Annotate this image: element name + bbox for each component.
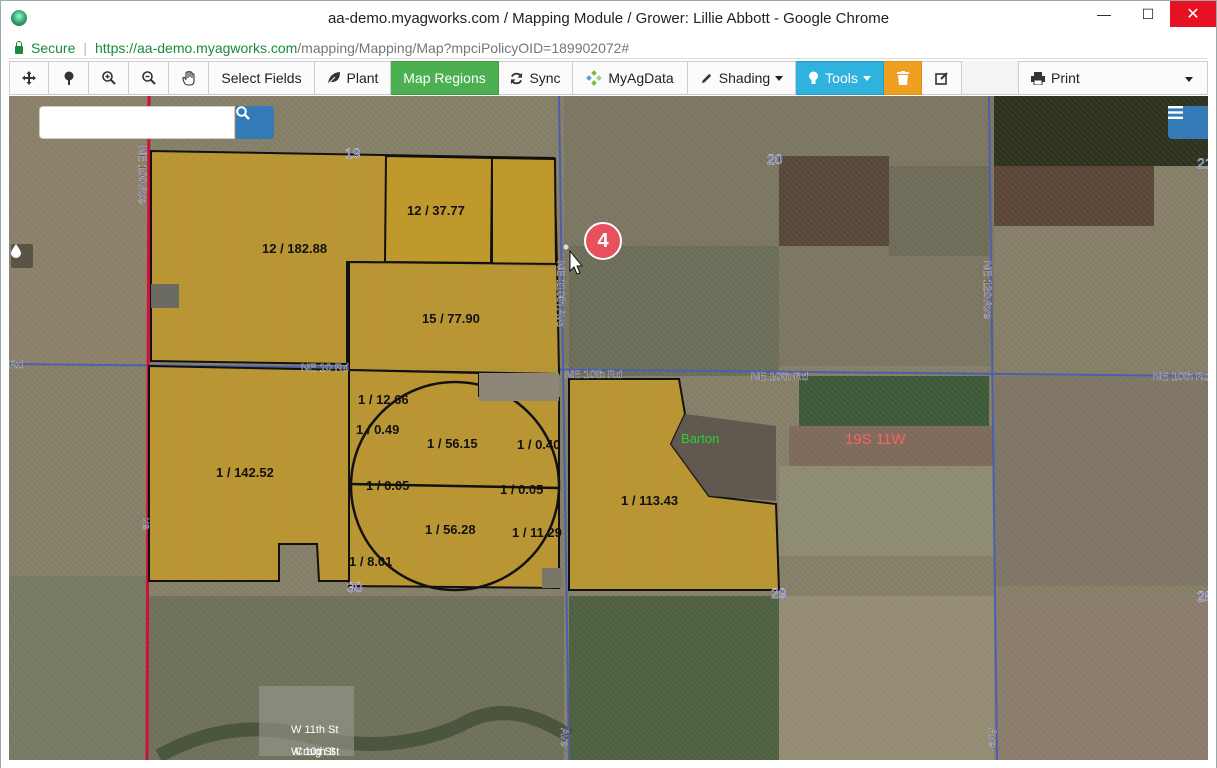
move-icon xyxy=(22,71,36,85)
section-number: 30 xyxy=(347,579,363,595)
road-label: Ave xyxy=(558,728,570,747)
delete-button[interactable] xyxy=(884,61,922,95)
road-label: NE 10th Rd xyxy=(1153,371,1208,383)
myagdata-logo-icon xyxy=(586,70,603,86)
hand-icon xyxy=(181,70,195,86)
window-title: aa-demo.myagworks.com / Mapping Module /… xyxy=(327,9,890,27)
print-label: Print xyxy=(1051,70,1080,86)
field-label[interactable]: 1 / 56.28 xyxy=(425,522,476,537)
street-label: W 11th St xyxy=(291,724,338,736)
print-dropdown[interactable]: Print xyxy=(1018,61,1208,95)
field-label[interactable]: 1 / 8.01 xyxy=(349,554,392,569)
street-label: Craig St xyxy=(295,746,335,758)
water-drop-icon xyxy=(11,244,21,258)
refresh-icon xyxy=(511,72,523,84)
tree-button[interactable] xyxy=(49,61,89,95)
map-toolbar: Select Fields Plant Map Regions Sync MyA… xyxy=(9,61,1208,95)
township-label: 19S 11W xyxy=(845,431,906,448)
section-number: 20 xyxy=(767,151,783,167)
field-label[interactable]: 1 / 0.49 xyxy=(356,422,399,437)
road-label: NE 120 Ave xyxy=(981,261,993,319)
zoom-in-button[interactable] xyxy=(89,61,129,95)
field-label[interactable]: 15 / 77.90 xyxy=(422,311,480,326)
satellite-map[interactable]: 19 20 21 30 29 28 NE 100 Ave ve NE 110th… xyxy=(9,96,1208,760)
field-label[interactable]: 1 / 0.05 xyxy=(500,482,543,497)
plant-label: Plant xyxy=(346,70,379,86)
sync-button[interactable]: Sync xyxy=(499,61,573,95)
trash-icon xyxy=(896,71,909,85)
hand-button[interactable] xyxy=(169,61,209,95)
sync-label: Sync xyxy=(529,70,561,86)
window-frame-bottom xyxy=(1,760,1216,768)
place-label: Barton xyxy=(681,431,719,446)
secure-label: Secure xyxy=(31,39,76,56)
road-label: Rd xyxy=(9,359,23,371)
tree-icon xyxy=(64,71,73,85)
maximize-button[interactable]: ☐ xyxy=(1126,1,1170,27)
leaf-icon xyxy=(327,72,340,85)
map-search-input[interactable] xyxy=(39,106,235,139)
field-label[interactable]: 1 / 142.52 xyxy=(216,465,274,480)
zoom-out-icon xyxy=(141,71,156,85)
title-bar: aa-demo.myagworks.com / Mapping Module /… xyxy=(1,1,1216,35)
shading-label: Shading xyxy=(718,70,771,86)
url-host[interactable]: https://aa-demo.myagworks.com xyxy=(95,40,297,56)
list-icon xyxy=(1168,106,1183,119)
shading-dropdown[interactable]: Shading xyxy=(688,61,796,95)
close-button[interactable]: ✕ xyxy=(1170,1,1216,27)
road-label: NE 110th Ave xyxy=(554,261,566,327)
address-separator: | xyxy=(83,39,87,56)
road-label: NE 10th Rd xyxy=(751,371,808,383)
zoom-in-icon xyxy=(101,71,116,85)
field-label[interactable]: 12 / 37.77 xyxy=(407,203,465,218)
search-icon xyxy=(236,106,250,120)
app-logo-icon xyxy=(11,10,27,26)
road-label: Ave xyxy=(986,728,998,747)
section-number: 28 xyxy=(1197,588,1208,604)
section-number: 19 xyxy=(345,145,361,161)
tools-label: Tools xyxy=(825,70,858,86)
section-number: 29 xyxy=(771,585,787,601)
road-label: NE 10th Rd xyxy=(565,369,622,381)
myagdata-button[interactable]: MyAgData xyxy=(573,61,688,95)
chevron-down-icon xyxy=(1185,77,1193,82)
myagdata-label: MyAgData xyxy=(608,70,674,86)
step-badge: 4 xyxy=(584,222,622,260)
section-number: 21 xyxy=(1197,155,1208,171)
pan-button[interactable] xyxy=(9,61,49,95)
lock-icon xyxy=(15,40,23,54)
minimize-button[interactable]: — xyxy=(1082,1,1126,27)
field-label[interactable]: 1 / 0.05 xyxy=(366,478,409,493)
road-label: NE 10 Rd xyxy=(301,362,349,374)
printer-icon xyxy=(1031,71,1045,85)
field-label[interactable]: 12 / 182.88 xyxy=(262,241,327,256)
map-canvas[interactable]: 19 20 21 30 29 28 NE 100 Ave ve NE 110th… xyxy=(9,96,1208,760)
field-label[interactable]: 1 / 113.43 xyxy=(621,493,678,508)
layers-menu-button[interactable] xyxy=(1168,106,1208,139)
lightbulb-icon xyxy=(809,71,819,84)
field-label[interactable]: 1 / 0.40 xyxy=(517,437,560,452)
zoom-out-button[interactable] xyxy=(129,61,169,95)
browser-window: aa-demo.myagworks.com / Mapping Module /… xyxy=(0,0,1217,768)
water-drop-button[interactable] xyxy=(11,244,33,268)
edit-button[interactable] xyxy=(922,61,962,95)
field-label[interactable]: 1 / 11.29 xyxy=(512,525,562,540)
plant-button[interactable]: Plant xyxy=(315,61,391,95)
chevron-down-icon xyxy=(775,75,784,81)
select-fields-button[interactable]: Select Fields xyxy=(209,61,315,95)
map-regions-button[interactable]: Map Regions xyxy=(391,61,499,95)
chevron-down-icon xyxy=(862,75,871,81)
field-label[interactable]: 1 / 12.66 xyxy=(358,392,409,407)
address-bar[interactable]: Secure | https://aa-demo.myagworks.com /… xyxy=(9,37,1208,59)
map-search-button[interactable] xyxy=(236,106,274,139)
field-label[interactable]: 1 / 56.15 xyxy=(427,436,478,451)
road-label: NE 100 Ave xyxy=(136,146,148,204)
pencil-icon xyxy=(701,73,711,83)
edit-icon xyxy=(934,72,948,85)
url-path[interactable]: /mapping/Mapping/Map?mpciPolicyOID=18990… xyxy=(297,40,629,56)
tools-dropdown[interactable]: Tools xyxy=(796,61,884,95)
road-label: ve xyxy=(140,518,152,530)
